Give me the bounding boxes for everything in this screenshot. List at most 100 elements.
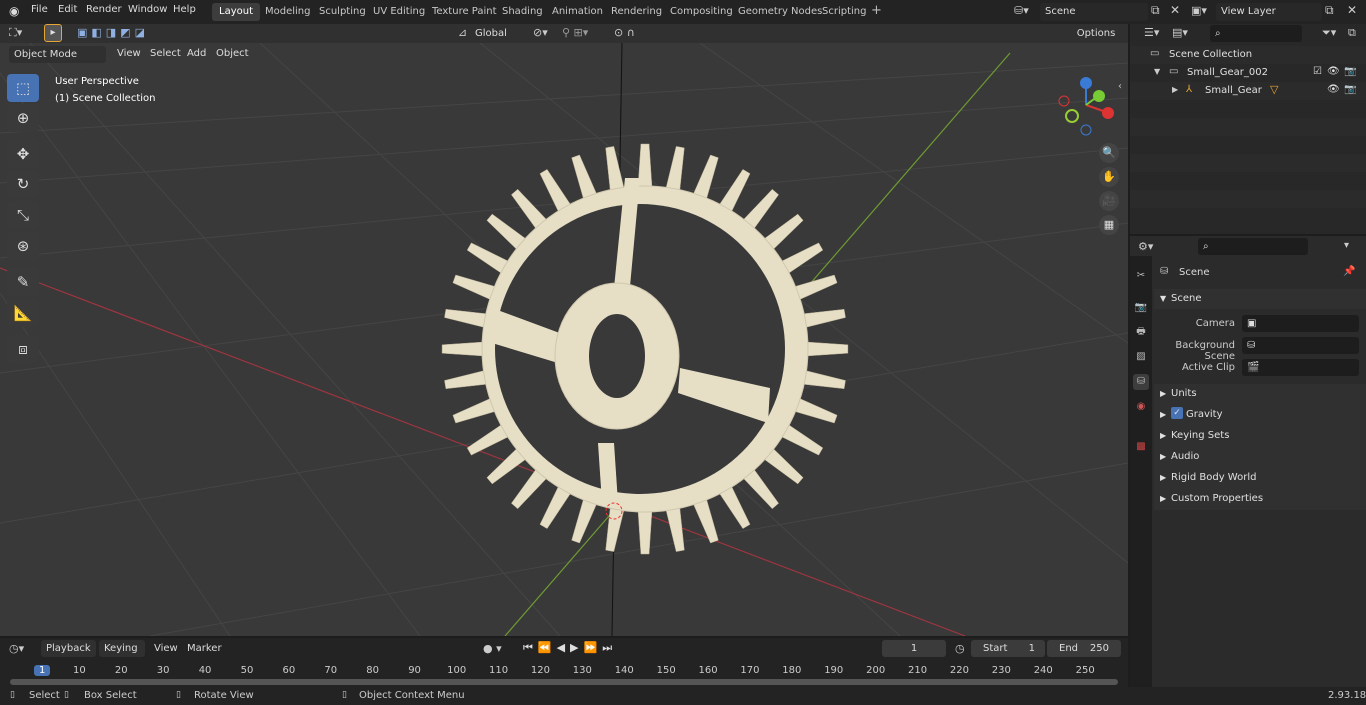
pan-hand-icon[interactable]: ✋	[1099, 167, 1119, 187]
transform-orientation-icon[interactable]: ⊿	[458, 26, 467, 39]
checkbox-icon[interactable]: ☑	[1313, 66, 1322, 77]
eye-icon[interactable]: 👁	[1327, 66, 1340, 77]
current-frame-marker[interactable]: 1	[34, 665, 51, 676]
outliner-row-object[interactable]: ▶ ⅄ Small_Gear ▽ 👁 📷	[1130, 82, 1366, 100]
menu-view[interactable]: View	[117, 48, 141, 59]
properties-search-input[interactable]: ⌕	[1198, 238, 1308, 255]
render-camera-icon[interactable]: 📷	[1344, 66, 1356, 77]
tab-shading[interactable]: Shading	[495, 3, 550, 21]
menu-render[interactable]: Render	[86, 4, 122, 15]
3d-viewport[interactable]: User Perspective (1) Scene Collection 🔍 …	[0, 43, 1128, 636]
filter-icon[interactable]: ⏷▾	[1322, 26, 1336, 40]
scene-icon[interactable]: ⛁▾	[1014, 4, 1029, 17]
timeline-scrollbar[interactable]	[10, 679, 1118, 685]
view-layer-field[interactable]: View Layer	[1216, 3, 1322, 21]
background-scene-field[interactable]: ⛁	[1242, 337, 1359, 354]
blender-logo-icon[interactable]: ◉	[9, 4, 19, 18]
tab-modeling[interactable]: Modeling	[258, 3, 318, 21]
active-clip-field[interactable]: 🎬	[1242, 359, 1359, 376]
scene-tab-icon[interactable]: ⛁	[1133, 374, 1149, 390]
frame-tick-label: 70	[324, 665, 338, 676]
options-button[interactable]: Options	[1070, 25, 1122, 42]
menu-select[interactable]: Select	[150, 48, 181, 59]
measure-tool-icon[interactable]: 📐	[7, 299, 39, 327]
zoom-icon[interactable]: 🔍	[1099, 143, 1119, 163]
orientation-dropdown[interactable]: Global	[470, 25, 524, 42]
ortho-grid-icon[interactable]: ▦	[1099, 215, 1119, 235]
render-camera-icon[interactable]: 📷	[1344, 84, 1356, 95]
pivot-icon[interactable]: ⊘▾	[533, 26, 548, 39]
new-view-layer-icon[interactable]: ⧉	[1325, 3, 1334, 18]
pin-icon[interactable]: 📌	[1343, 266, 1355, 277]
tab-sculpting[interactable]: Sculpting	[312, 3, 373, 21]
navigation-gizmo[interactable]	[1058, 77, 1114, 136]
menu-edit[interactable]: Edit	[58, 4, 77, 15]
tool-settings-icon[interactable]: ▸	[44, 24, 62, 42]
new-scene-icon[interactable]: ⧉	[1151, 3, 1160, 18]
tab-layout[interactable]: Layout	[212, 3, 260, 21]
add-workspace-icon[interactable]: +	[871, 3, 882, 18]
render-tab-icon[interactable]: 📷	[1133, 300, 1149, 316]
tab-texture-paint[interactable]: Texture Paint	[425, 3, 504, 21]
texture-tab-icon[interactable]: ▩	[1133, 439, 1149, 455]
menu-file[interactable]: File	[31, 4, 48, 15]
mesh-data-icon[interactable]: ▽	[1270, 83, 1278, 96]
properties-options-icon[interactable]: ▾	[1344, 240, 1349, 251]
eye-icon[interactable]: 👁	[1327, 84, 1340, 95]
tab-uv-editing[interactable]: UV Editing	[366, 3, 432, 21]
add-cube-tool-icon[interactable]: ⧈	[7, 335, 39, 363]
expand-arrow-icon[interactable]: ▶	[1172, 85, 1178, 94]
annotate-tool-icon[interactable]: ✎	[7, 268, 39, 296]
tab-animation[interactable]: Animation	[545, 3, 610, 21]
panel-keying-sets[interactable]: ▶ Keying Sets	[1154, 426, 1366, 447]
select-mode-icons[interactable]: ▣◧◨◩◪	[77, 26, 149, 39]
move-tool-icon[interactable]: ✥	[7, 140, 39, 168]
output-tab-icon[interactable]: 🖶	[1133, 324, 1149, 340]
outliner-editor-icon[interactable]: ☰▾	[1144, 26, 1159, 39]
tab-rendering[interactable]: Rendering	[604, 3, 669, 21]
outliner-search-input[interactable]: ⌕	[1210, 25, 1302, 42]
remove-scene-icon[interactable]: ✕	[1170, 3, 1180, 17]
world-tab-icon[interactable]: ◉	[1133, 399, 1149, 415]
tool-tab-icon[interactable]: ✂	[1133, 268, 1149, 284]
expand-arrow-icon[interactable]: ▼	[1154, 67, 1160, 76]
mode-dropdown[interactable]: Object Mode	[9, 46, 106, 63]
proportional-edit-icon[interactable]: ⊙ ∩	[614, 26, 635, 39]
panel-audio[interactable]: ▶ Audio	[1154, 447, 1366, 468]
transform-tool-icon[interactable]: ⊛	[7, 232, 39, 260]
panel-gravity-label: Gravity	[1186, 409, 1223, 420]
menu-help[interactable]: Help	[173, 4, 196, 15]
outliner-row-collection[interactable]: ▼ ▭ Small_Gear_002 ☑ 👁 📷	[1130, 64, 1366, 82]
remove-view-layer-icon[interactable]: ✕	[1347, 3, 1357, 17]
view-layer-tab-icon[interactable]: ▨	[1133, 349, 1149, 365]
panel-rigid-body-world[interactable]: ▶ Rigid Body World	[1154, 468, 1366, 489]
rotate-tool-icon[interactable]: ↻	[7, 170, 39, 198]
tab-compositing[interactable]: Compositing	[663, 3, 740, 21]
scene-field[interactable]: Scene	[1040, 3, 1148, 21]
menu-window[interactable]: Window	[128, 4, 167, 15]
view-layer-icon[interactable]: ▣▾	[1191, 4, 1207, 17]
properties-editor-icon[interactable]: ⚙▾	[1138, 240, 1153, 253]
menu-add[interactable]: Add	[187, 48, 206, 59]
cursor-tool-icon[interactable]: ⊕	[7, 104, 39, 132]
select-tool-icon[interactable]: ⬚	[7, 74, 39, 102]
panel-gravity[interactable]: ▶ ✓ Gravity	[1154, 405, 1366, 426]
outliner-row-scene-collection[interactable]: ▭ Scene Collection	[1130, 46, 1366, 64]
new-collection-icon[interactable]: ⧉	[1348, 26, 1356, 40]
panel-custom-properties[interactable]: ▶ Custom Properties	[1154, 489, 1366, 510]
gravity-checkbox[interactable]: ✓	[1171, 407, 1183, 419]
editor-type-icon[interactable]: ⛶▾	[9, 26, 22, 40]
tab-scripting[interactable]: Scripting	[815, 3, 873, 21]
sidebar-toggle-icon[interactable]: ‹	[1118, 81, 1122, 92]
viewport-header: ⛶▾ ▸ ▣◧◨◩◪ ⊿ Global ⊘▾ ⚲ ⊞▾ ⊙ ∩ 👁▾ ⤧ ◐ ◫…	[0, 24, 1128, 62]
scene-panel-header[interactable]: ▼ Scene	[1154, 289, 1366, 309]
snap-icon[interactable]: ⚲ ⊞▾	[562, 26, 588, 39]
panel-units[interactable]: ▶ Units	[1154, 384, 1366, 405]
camera-view-icon[interactable]: 🎥	[1099, 191, 1119, 211]
outliner-display-icon[interactable]: ▤▾	[1172, 26, 1188, 39]
camera-field[interactable]: ▣	[1242, 315, 1359, 332]
frame-tick-label: 60	[282, 665, 296, 676]
menu-object[interactable]: Object	[216, 48, 249, 59]
gear-object[interactable]	[441, 143, 849, 555]
scale-tool-icon[interactable]: ⤡	[7, 201, 39, 229]
